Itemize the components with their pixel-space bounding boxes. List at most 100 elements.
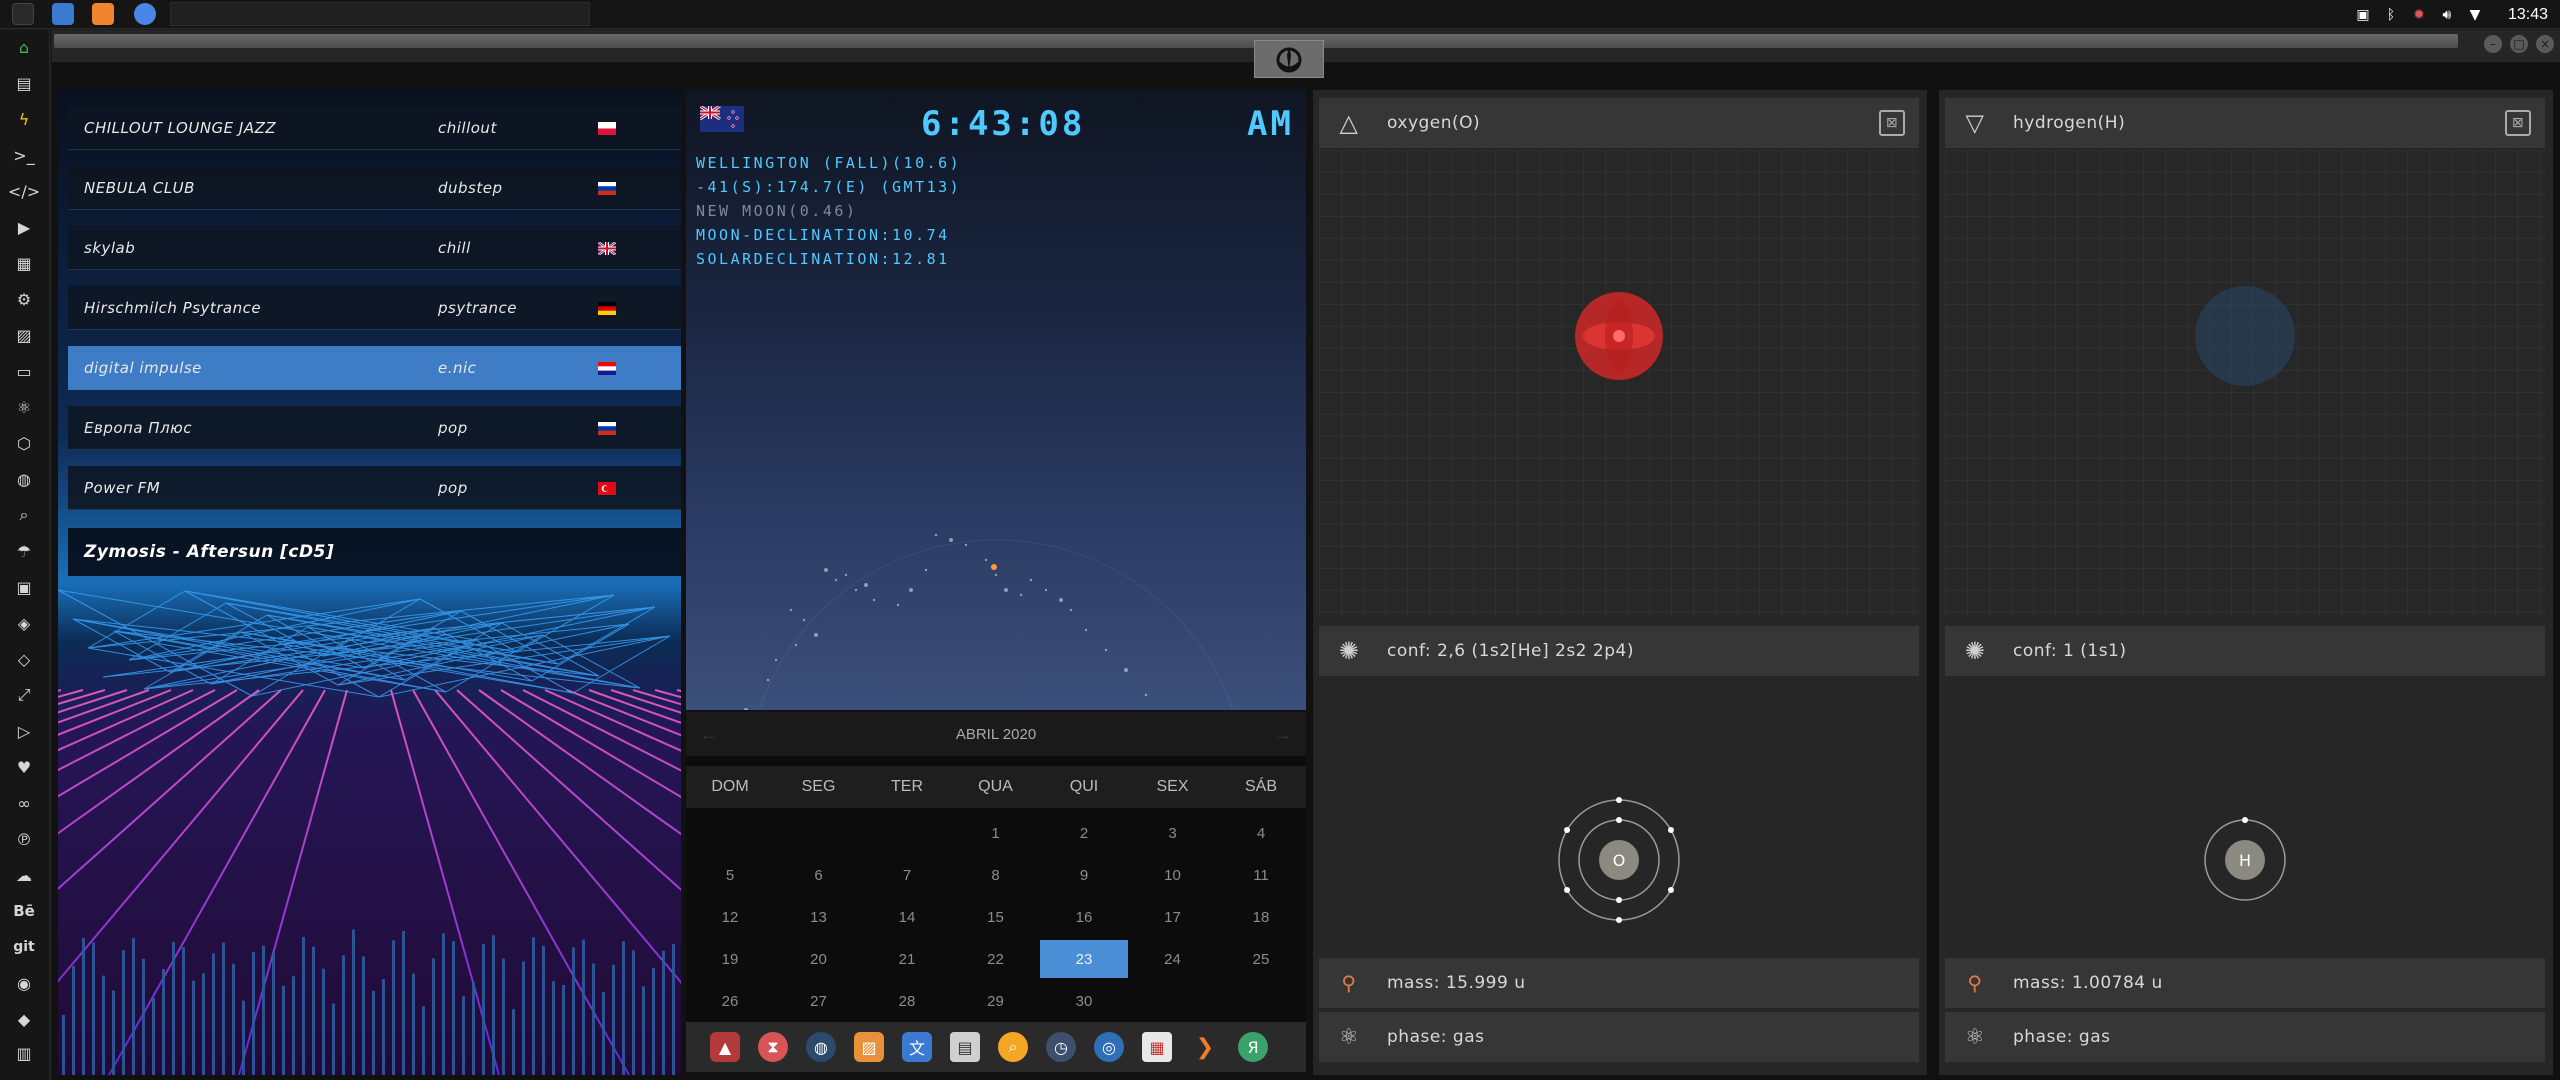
now-playing[interactable]: Zymosis - Aftersun [cD5] — [68, 528, 681, 576]
station-item[interactable]: Европа Плюс pop — [68, 406, 681, 450]
clock-app-icon[interactable]: ◷ — [1046, 1032, 1076, 1062]
terminal-icon[interactable]: >_ — [11, 142, 37, 168]
calendar-day[interactable]: 6 — [775, 856, 863, 894]
calendar-day[interactable]: 5 — [686, 856, 774, 894]
calendar-day[interactable]: 17 — [1129, 898, 1217, 936]
pinterest-icon[interactable]: ℗ — [11, 826, 37, 852]
close-panel-icon[interactable]: ⊠ — [1879, 110, 1905, 136]
photo-viewer-icon[interactable]: ▨ — [854, 1032, 884, 1062]
calendar-day[interactable]: 13 — [775, 898, 863, 936]
next-month-arrow-icon[interactable]: → — [1274, 724, 1292, 745]
calendar-day[interactable]: 21 — [863, 940, 951, 978]
close-icon[interactable]: × — [2536, 35, 2554, 53]
map-icon[interactable]: ▥ — [11, 1040, 37, 1066]
calendar-day[interactable]: 18 — [1217, 898, 1305, 936]
calendar-day[interactable]: 30 — [1040, 982, 1128, 1020]
news-icon[interactable]: ▤ — [950, 1032, 980, 1062]
terminal-app-icon[interactable]: ❯ — [1190, 1032, 1220, 1062]
calendar-day[interactable]: 25 — [1217, 940, 1305, 978]
calendar-day[interactable]: 28 — [863, 982, 951, 1020]
atom-icon[interactable]: ⚛ — [11, 394, 37, 420]
calendar-day[interactable]: 11 — [1217, 856, 1305, 894]
close-panel-icon[interactable]: ⊠ — [2505, 110, 2531, 136]
calendar-day[interactable]: 10 — [1129, 856, 1217, 894]
umbrella-icon[interactable]: ☂ — [11, 538, 37, 564]
yandex-icon[interactable]: Я — [1238, 1032, 1268, 1062]
update-icon[interactable]: ✹ — [2410, 6, 2428, 24]
clock[interactable]: 13:43 — [2508, 6, 2548, 24]
heart-icon[interactable]: ♥ — [11, 754, 37, 780]
calendar-day[interactable]: 8 — [952, 856, 1040, 894]
github-icon[interactable]: ◉ — [11, 970, 37, 996]
document-icon[interactable]: ▤ — [11, 70, 37, 96]
behance-icon[interactable]: Bē — [11, 898, 37, 924]
earth-icon[interactable]: ◍ — [806, 1032, 836, 1062]
calendar-day[interactable]: 1 — [952, 814, 1040, 852]
calendar-day[interactable]: 7 — [863, 856, 951, 894]
calendar-day[interactable]: 16 — [1040, 898, 1128, 936]
layers-icon[interactable]: ◈ — [11, 610, 37, 636]
calendar-day[interactable]: 19 — [686, 940, 774, 978]
cloud-icon[interactable]: ☁ — [11, 862, 37, 888]
tag-icon[interactable]: ◇ — [11, 646, 37, 672]
russia-flag-icon — [598, 182, 616, 195]
lightning-icon[interactable]: ϟ — [11, 106, 37, 132]
calendar-day[interactable]: 3 — [1129, 814, 1217, 852]
hourglass-icon[interactable]: ⧗ — [758, 1032, 788, 1062]
calendar-day[interactable]: 14 — [863, 898, 951, 936]
station-item[interactable]: Power FM pop — [68, 466, 681, 510]
user-badge-icon[interactable]: ▣ — [11, 574, 37, 600]
contact-card-icon[interactable]: ▭ — [11, 358, 37, 384]
calendar-day[interactable]: 9 — [1040, 856, 1128, 894]
hexagon-icon[interactable]: ⬡ — [11, 430, 37, 456]
git-icon[interactable]: git — [11, 934, 37, 960]
station-item[interactable]: skylab chill — [68, 226, 681, 270]
calendar-app-icon[interactable]: ▦ — [1142, 1032, 1172, 1062]
maximize-icon[interactable]: □ — [2510, 35, 2528, 53]
play-icon[interactable]: ▶ — [11, 214, 37, 240]
triangle-app-icon[interactable]: ▲ — [710, 1032, 740, 1062]
station-item[interactable]: NEBULA CLUB dubstep — [68, 166, 681, 210]
minimize-icon[interactable]: – — [2484, 35, 2502, 53]
globe-icon[interactable]: ◍ — [11, 466, 37, 492]
calendar-day[interactable]: 12 — [686, 898, 774, 936]
calendar-day[interactable]: 29 — [952, 982, 1040, 1020]
calendar-day[interactable]: 23 — [1040, 940, 1128, 978]
calendar-day[interactable]: 24 — [1129, 940, 1217, 978]
calendar-day[interactable]: 4 — [1217, 814, 1305, 852]
settings-icon[interactable]: ⚙ — [11, 286, 37, 312]
rebel-alliance-icon[interactable] — [1254, 40, 1324, 78]
task-list[interactable] — [170, 2, 590, 26]
calendar-day[interactable]: 2 — [1040, 814, 1128, 852]
calendar-day[interactable]: 20 — [775, 940, 863, 978]
station-item[interactable]: digital impulse e.nic — [68, 346, 681, 390]
calendar-day[interactable]: 22 — [952, 940, 1040, 978]
search-app-icon[interactable]: ⌕ — [998, 1032, 1028, 1062]
calendar-day[interactable]: 27 — [775, 982, 863, 1020]
calendar-day[interactable]: 26 — [686, 982, 774, 1020]
chrome-icon[interactable] — [134, 3, 156, 25]
station-item[interactable]: CHILLOUT LOUNGE JAZZ chillout — [68, 106, 681, 150]
calendar-day[interactable]: 15 — [952, 898, 1040, 936]
menu-icon[interactable] — [12, 3, 34, 25]
youtube-icon[interactable]: ▷ — [11, 718, 37, 744]
search-icon[interactable]: ⌕ — [11, 502, 37, 528]
infinity-icon[interactable]: ∞ — [11, 790, 37, 816]
file-manager-icon[interactable] — [52, 3, 74, 25]
translate-icon[interactable]: 文 — [902, 1032, 932, 1062]
home-icon[interactable]: ⌂ — [11, 34, 37, 60]
film-icon[interactable]: ▦ — [11, 250, 37, 276]
volume-icon[interactable]: 🔊︎ — [2438, 6, 2456, 24]
screenshot-icon[interactable]: ▣ — [2354, 6, 2372, 24]
dropbox-icon[interactable]: ◆ — [11, 1006, 37, 1032]
wifi-icon[interactable]: ▼ — [2466, 6, 2484, 24]
image-icon[interactable]: ▨ — [11, 322, 37, 348]
code-icon[interactable]: </> — [8, 178, 40, 204]
orbital-view — [1945, 150, 2545, 616]
web-browser-icon[interactable]: ◎ — [1094, 1032, 1124, 1062]
sublime-text-icon[interactable] — [92, 3, 114, 25]
bluetooth-icon[interactable]: ᛒ — [2382, 6, 2400, 24]
station-item[interactable]: Hirschmilch Psytrance psytrance — [68, 286, 681, 330]
expand-icon[interactable]: ⤢ — [11, 682, 37, 708]
prev-month-arrow-icon[interactable]: ← — [700, 724, 718, 745]
